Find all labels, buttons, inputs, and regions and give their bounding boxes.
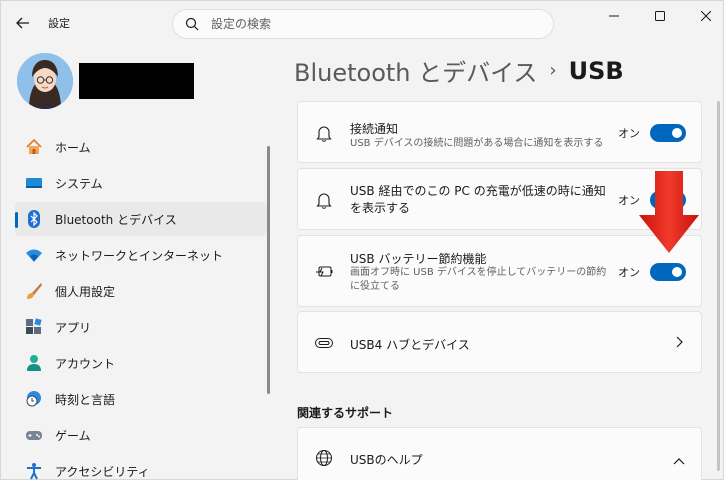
sidebar-item-system[interactable]: システム bbox=[15, 166, 267, 200]
sidebar-item-time-language[interactable]: 時刻と言語 bbox=[15, 382, 267, 416]
gamepad-icon bbox=[25, 426, 43, 444]
breadcrumb-separator: › bbox=[549, 60, 557, 81]
selection-indicator bbox=[15, 212, 18, 228]
back-arrow-icon bbox=[16, 17, 29, 29]
sidebar-scrollbar[interactable] bbox=[267, 146, 270, 394]
card-title: USB バッテリー節約機能 bbox=[350, 252, 487, 266]
wifi-icon bbox=[25, 246, 43, 264]
card-title: USB4 ハブとデバイス bbox=[350, 338, 470, 352]
close-button[interactable] bbox=[683, 5, 724, 27]
chevron-right-icon bbox=[675, 336, 683, 351]
sidebar-item-label: 個人用設定 bbox=[55, 284, 116, 299]
sidebar-item-gaming[interactable]: ゲーム bbox=[15, 418, 267, 452]
minimize-icon bbox=[609, 15, 619, 17]
apps-icon bbox=[25, 318, 43, 336]
search-input[interactable] bbox=[211, 17, 531, 31]
avatar[interactable] bbox=[17, 53, 73, 109]
sidebar-item-bluetooth[interactable]: Bluetooth とデバイス bbox=[15, 202, 267, 236]
sidebar-item-label: 時刻と言語 bbox=[55, 392, 116, 407]
sidebar-item-accounts[interactable]: アカウント bbox=[15, 346, 267, 380]
sidebar-item-label: Bluetooth とデバイス bbox=[55, 212, 177, 227]
home-icon bbox=[25, 138, 43, 156]
search-icon bbox=[185, 17, 199, 31]
usb4-hubs-devices-card[interactable]: USB4 ハブとデバイス bbox=[297, 311, 702, 373]
sidebar-item-label: アクセシビリティ bbox=[55, 464, 150, 479]
card-description: USB デバイスの接続に問題がある場合に通知を表示する bbox=[350, 138, 604, 149]
breadcrumb: Bluetooth とデバイス › USB bbox=[294, 53, 624, 88]
maximize-button[interactable] bbox=[637, 5, 683, 27]
sidebar-nav: ホーム システム Bluetooth とデバイス ネットワークとインターネット bbox=[15, 130, 267, 480]
card-description: 画面オフ時に USB デバイスを停止してバッテリーの節約に役立てる bbox=[350, 267, 607, 292]
bell-icon bbox=[314, 123, 334, 143]
toggle-state-label: オン bbox=[618, 266, 640, 279]
sidebar-item-label: システム bbox=[55, 176, 103, 191]
accessibility-icon bbox=[25, 462, 43, 480]
back-button[interactable] bbox=[11, 11, 35, 35]
connection-notification-card: 接続通知 USB デバイスの接続に問題がある場合に通知を表示する オン bbox=[297, 101, 702, 163]
brush-icon bbox=[25, 282, 43, 300]
close-icon bbox=[701, 11, 711, 21]
app-title: 設定 bbox=[48, 17, 70, 30]
card-title: 接続通知 bbox=[350, 122, 399, 136]
sidebar-item-accessibility[interactable]: アクセシビリティ bbox=[15, 454, 267, 480]
usb-help-card[interactable]: USBのヘルプ bbox=[297, 427, 702, 480]
bell-icon bbox=[314, 190, 334, 210]
sidebar-item-apps[interactable]: アプリ bbox=[15, 310, 267, 344]
sidebar-item-label: ネットワークとインターネット bbox=[55, 248, 224, 263]
sidebar-item-network[interactable]: ネットワークとインターネット bbox=[15, 238, 267, 272]
globe-clock-icon bbox=[25, 390, 43, 408]
sidebar-item-label: アプリ bbox=[55, 320, 92, 335]
search-box[interactable] bbox=[172, 9, 554, 39]
main-scrollbar[interactable] bbox=[717, 101, 720, 471]
sidebar-item-label: ホーム bbox=[55, 140, 91, 155]
page-title: USB bbox=[568, 56, 624, 85]
usb-battery-saver-toggle[interactable] bbox=[650, 263, 686, 281]
sidebar-item-home[interactable]: ホーム bbox=[15, 130, 267, 164]
breadcrumb-parent[interactable]: Bluetooth とデバイス bbox=[294, 53, 537, 88]
title-bar: 設定 bbox=[1, 1, 723, 45]
sidebar-item-label: ゲーム bbox=[55, 428, 91, 443]
minimize-button[interactable] bbox=[591, 5, 637, 27]
maximize-icon bbox=[655, 11, 665, 21]
card-title: USB 経由でのこの PC の充電が低速の時に通知を表示する bbox=[350, 184, 606, 215]
globe-help-icon bbox=[314, 448, 334, 468]
toggle-state-label: オン bbox=[618, 127, 640, 140]
redacted-user-name bbox=[79, 63, 194, 99]
battery-saver-icon bbox=[314, 262, 334, 282]
sidebar-item-personalization[interactable]: 個人用設定 bbox=[15, 274, 267, 308]
red-down-arrow-annotation bbox=[639, 171, 699, 253]
settings-window: 設定 設定の検索 ホーム システム Bluetooth とデバイス ネットワーク… bbox=[0, 0, 724, 480]
bluetooth-icon bbox=[25, 210, 43, 228]
account-icon bbox=[25, 354, 43, 372]
avatar-image-icon bbox=[17, 53, 73, 109]
usb-port-icon bbox=[314, 333, 334, 353]
connection-notification-toggle[interactable] bbox=[650, 124, 686, 142]
card-title: USBのヘルプ bbox=[350, 453, 423, 467]
sidebar-item-label: アカウント bbox=[55, 356, 116, 371]
system-icon bbox=[25, 174, 43, 192]
section-title: 関連するサポート bbox=[297, 406, 394, 420]
chevron-up-icon bbox=[673, 454, 685, 468]
